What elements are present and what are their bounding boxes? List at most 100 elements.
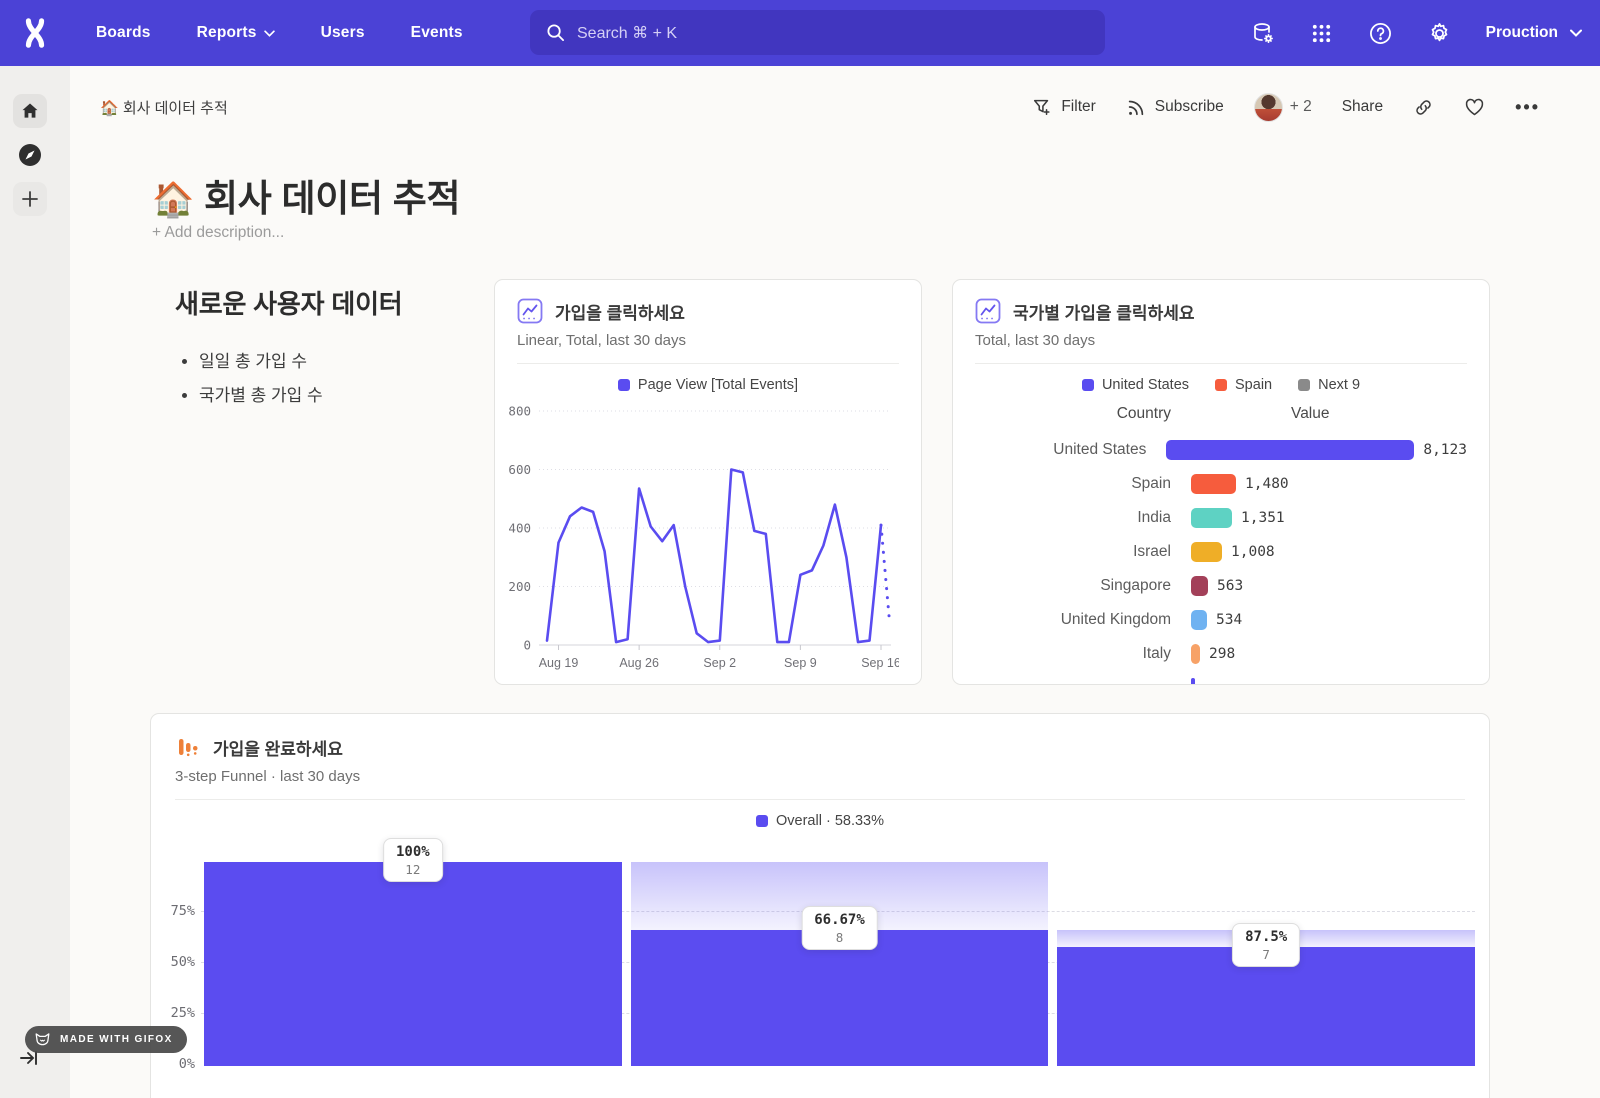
search-icon (546, 23, 565, 42)
country-value: 8,123 (1423, 442, 1467, 458)
card-title: 가입을 완료하세요 (213, 735, 343, 760)
svg-text:400: 400 (508, 521, 531, 536)
nav-item-boards[interactable]: Boards (96, 24, 151, 42)
more-options-button[interactable]: ••• (1515, 97, 1540, 118)
funnel-step-bar[interactable]: 87.5%7 (1057, 820, 1475, 1066)
search-input[interactable]: Search ⌘ + K (530, 10, 1105, 55)
country-value: 1,351 (1241, 510, 1285, 526)
country-row[interactable]: Spain1,480 (975, 467, 1467, 501)
text-card-bullets: 일일 총 가입 수 국가별 총 가입 수 (199, 347, 505, 406)
text-card[interactable]: 새로운 사용자 데이터 일일 총 가입 수 국가별 총 가입 수 (175, 284, 505, 415)
country-row[interactable]: Israel1,008 (975, 535, 1467, 569)
country-bar[interactable] (1166, 440, 1414, 460)
country-bar[interactable] (1191, 542, 1222, 562)
funnel-ytick: 50% (151, 954, 195, 970)
line-chart-icon (975, 298, 1001, 324)
chevron-down-icon (1570, 29, 1582, 37)
gifox-badge: MADE WITH GIFOX (25, 1026, 187, 1053)
country-label: Singapore (975, 577, 1171, 595)
legend-united-states[interactable]: United States (1082, 377, 1189, 393)
country-label: India (975, 509, 1171, 527)
country-bar[interactable] (1191, 474, 1236, 494)
line-chart-card[interactable]: 가입을 클릭하세요 Linear, Total, last 30 days Pa… (494, 279, 922, 685)
country-bar[interactable] (1191, 610, 1207, 630)
link-icon (1413, 97, 1434, 118)
country-table-header: Country Value (975, 405, 1467, 423)
card-title: 가입을 클릭하세요 (555, 299, 685, 324)
add-plus-icon[interactable] (13, 182, 47, 216)
svg-text:800: 800 (508, 404, 531, 419)
funnel-step-badge: 87.5%7 (1232, 923, 1300, 967)
card-title: 국가별 가입을 클릭하세요 (1013, 299, 1195, 324)
main-content: 🏠 회사 데이터 추적 Filter Subscribe + 2 Share (70, 66, 1600, 1098)
add-description-button[interactable]: + Add description... (152, 224, 284, 242)
breadcrumb[interactable]: 🏠 회사 데이터 추적 (100, 97, 228, 118)
funnel-step-badge: 66.67%8 (801, 906, 878, 950)
copy-link-button[interactable] (1413, 97, 1434, 118)
share-button[interactable]: Share (1342, 98, 1383, 116)
legend-next-9[interactable]: Next 9 (1298, 377, 1360, 393)
svg-text:600: 600 (508, 462, 531, 477)
svg-text:Aug 26: Aug 26 (619, 656, 659, 670)
top-navbar: Boards Reports Users Events Search ⌘ + K (0, 0, 1600, 66)
funnel-step-pct: 66.67% (814, 912, 865, 928)
country-bar[interactable] (1191, 644, 1200, 664)
svg-text:Sep 16: Sep 16 (861, 656, 899, 670)
help-icon[interactable] (1368, 20, 1394, 46)
line-chart-plot[interactable]: 8006004002000Aug 19Aug 26Sep 2Sep 9Sep 1… (495, 397, 921, 685)
mixpanel-logo-icon[interactable] (18, 16, 52, 50)
funnel-step-pct: 100% (396, 844, 430, 860)
discover-compass-icon[interactable] (13, 138, 47, 172)
country-row[interactable]: Singapore563 (975, 569, 1467, 603)
svg-text:Sep 2: Sep 2 (703, 656, 736, 670)
country-row[interactable]: United Kingdom534 (975, 603, 1467, 637)
country-value: 298 (1209, 646, 1235, 662)
country-label: Italy (975, 645, 1171, 663)
funnel-ytick: 25% (151, 1005, 195, 1021)
nav-item-reports[interactable]: Reports (197, 24, 275, 42)
country-row[interactable]: Italy 298 (975, 637, 1467, 671)
funnel-card[interactable]: 가입을 완료하세요 3-step Funnel · last 30 days O… (150, 713, 1490, 1098)
chevron-down-icon (264, 30, 275, 37)
funnel-plot: 75%50%25%0%100%1266.67%887.5%7 (187, 820, 1475, 1066)
heart-icon (1464, 97, 1485, 118)
column-value: Value (1291, 405, 1330, 423)
card-subtitle: Linear, Total, last 30 days (517, 332, 899, 349)
left-rail (0, 66, 70, 1098)
svg-text:Aug 19: Aug 19 (539, 656, 579, 670)
country-row[interactable]: India 1,351 (975, 501, 1467, 535)
funnel-converted-area (631, 930, 1049, 1066)
filter-button[interactable]: Filter (1032, 97, 1095, 117)
settings-gear-icon[interactable] (1427, 20, 1453, 46)
svg-text:200: 200 (508, 579, 531, 594)
legend-spain[interactable]: Spain (1215, 377, 1272, 393)
card-subtitle: Total, last 30 days (975, 332, 1467, 349)
filter-icon (1032, 97, 1052, 117)
nav-item-users[interactable]: Users (321, 24, 365, 42)
country-bar-list: United States 8,123 Spain1,480 India 1,351 Is… (975, 433, 1467, 685)
subscribe-button[interactable]: Subscribe (1126, 97, 1224, 117)
funnel-chart-icon (175, 734, 201, 760)
country-bar-card[interactable]: 국가별 가입을 클릭하세요 Total, last 30 days United… (952, 279, 1490, 685)
apps-grid-icon[interactable] (1309, 20, 1335, 46)
legend-page-view[interactable]: Page View [Total Events] (618, 377, 798, 393)
card-subtitle: 3-step Funnel · last 30 days (175, 768, 1465, 785)
project-selector[interactable]: Prouction (1486, 24, 1582, 42)
funnel-step-bar[interactable]: 66.67%8 (631, 820, 1049, 1066)
funnel-converted-area (204, 862, 622, 1066)
funnel-step-bar[interactable]: 100%12 (204, 820, 622, 1066)
country-label: United States (975, 441, 1146, 459)
collaborators[interactable]: + 2 (1254, 93, 1312, 122)
favorite-button[interactable] (1464, 97, 1485, 118)
country-row[interactable]: United States 8,123 (975, 433, 1467, 467)
home-icon[interactable] (13, 94, 47, 128)
country-bar[interactable] (1191, 576, 1208, 596)
country-bar[interactable] (1191, 508, 1232, 528)
data-management-icon[interactable] (1250, 20, 1276, 46)
svg-text:Sep 9: Sep 9 (784, 656, 817, 670)
page-title: 🏠회사 데이터 추적 (152, 168, 460, 222)
rss-icon (1126, 97, 1146, 117)
country-row-partial (975, 671, 1467, 685)
nav-item-events[interactable]: Events (411, 24, 463, 42)
text-card-heading: 새로운 사용자 데이터 (175, 284, 505, 321)
